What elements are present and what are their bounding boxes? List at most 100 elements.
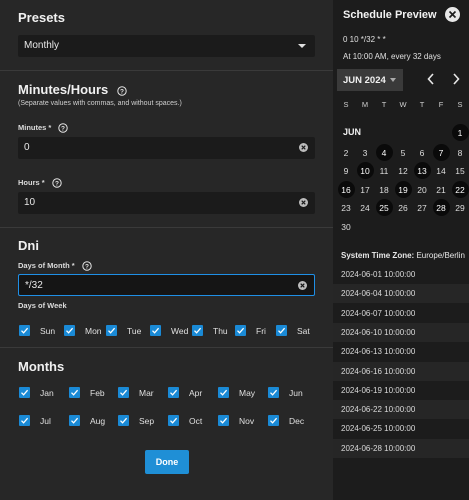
previous-month-button[interactable] — [427, 73, 435, 88]
calendar-day[interactable]: 21 — [433, 181, 450, 198]
calendar-day[interactable]: 25 — [375, 199, 393, 216]
calendar-day[interactable]: 27 — [414, 199, 431, 216]
calendar-day[interactable]: 15 — [452, 162, 469, 179]
month-year-selector[interactable]: JUN 2024 — [337, 69, 403, 91]
checkbox-fri[interactable]: Fri — [235, 325, 266, 336]
checkbox-label: Fri — [256, 325, 266, 336]
checkbox-box[interactable] — [218, 387, 229, 398]
weekday-header: T — [419, 100, 425, 109]
hours-input[interactable]: 10 — [18, 192, 315, 214]
checkbox-box[interactable] — [192, 325, 203, 336]
run-time-row: 2024-06-07 10:00:00 — [341, 308, 416, 318]
help-circle-icon[interactable]: ? — [117, 85, 127, 96]
checkbox-box[interactable] — [168, 415, 179, 426]
checkbox-box[interactable] — [106, 325, 117, 336]
help-circle-icon[interactable]: ? — [82, 261, 92, 271]
clear-circle-icon[interactable] — [297, 280, 308, 291]
calendar-day[interactable]: 4 — [375, 144, 393, 161]
checkbox-mar[interactable]: Mar — [118, 387, 154, 398]
presets-select[interactable]: Monthly — [18, 35, 315, 57]
cron-description: At 10:00 AM, every 32 days — [343, 52, 441, 61]
checkbox-box[interactable] — [69, 415, 80, 426]
checkbox-box[interactable] — [118, 415, 129, 426]
checkbox-feb[interactable]: Feb — [69, 387, 105, 398]
days-of-month-input[interactable]: */32 — [18, 274, 315, 296]
calendar-day[interactable]: 7 — [432, 144, 450, 161]
calendar-day[interactable]: 18 — [376, 181, 393, 198]
check-icon — [71, 389, 79, 396]
calendar-day[interactable]: 17 — [357, 181, 374, 198]
checkbox-box[interactable] — [268, 415, 279, 426]
checkbox-oct[interactable]: Oct — [168, 415, 202, 426]
calendar-day[interactable]: 19 — [394, 181, 412, 198]
calendar-day[interactable]: 23 — [338, 199, 355, 216]
checkbox-sun[interactable]: Sun — [19, 325, 55, 336]
close-button[interactable] — [445, 7, 460, 22]
checkbox-box[interactable] — [218, 415, 229, 426]
run-time-row: 2024-06-28 10:00:00 — [333, 438, 469, 458]
checkbox-box[interactable] — [69, 387, 80, 398]
calendar-day[interactable]: 24 — [357, 199, 374, 216]
check-icon — [270, 417, 278, 424]
calendar-day[interactable]: 28 — [432, 199, 450, 216]
calendar-day[interactable]: 20 — [414, 181, 431, 198]
check-icon — [220, 389, 228, 396]
schedule-preview-title: Schedule Preview — [343, 9, 437, 21]
calendar-day[interactable]: 3 — [357, 144, 374, 161]
checkbox-label: Oct — [189, 415, 203, 426]
checkbox-label: Mon — [85, 325, 102, 336]
calendar-day[interactable]: 8 — [452, 144, 469, 161]
clear-circle-icon[interactable] — [298, 142, 309, 153]
checkbox-nov[interactable]: Nov — [218, 415, 254, 426]
calendar-day[interactable]: 9 — [338, 162, 355, 179]
checkbox-box[interactable] — [19, 325, 30, 336]
checkbox-dec[interactable]: Dec — [268, 415, 304, 426]
checkbox-box[interactable] — [64, 325, 75, 336]
calendar-day[interactable]: 6 — [414, 144, 431, 161]
done-button[interactable]: Done — [145, 450, 189, 474]
calendar-day[interactable]: 22 — [451, 181, 469, 198]
checkbox-may[interactable]: May — [218, 387, 255, 398]
checkbox-box[interactable] — [19, 415, 30, 426]
calendar-day[interactable]: 11 — [376, 162, 393, 179]
clear-circle-icon[interactable] — [298, 197, 309, 208]
checkbox-thu[interactable]: Thu — [192, 325, 228, 336]
checkbox-sat[interactable]: Sat — [276, 325, 310, 336]
checkbox-box[interactable] — [268, 387, 279, 398]
checkbox-box[interactable] — [19, 387, 30, 398]
calendar-day[interactable]: 5 — [395, 144, 412, 161]
calendar-day[interactable]: 13 — [413, 162, 431, 179]
checkbox-apr[interactable]: Apr — [168, 387, 202, 398]
calendar-day[interactable]: 2 — [338, 144, 355, 161]
help-circle-icon[interactable]: ? — [52, 178, 62, 188]
minutes-input[interactable]: 0 — [18, 137, 315, 159]
presets-heading: Presets — [18, 10, 65, 25]
calendar-day[interactable]: 29 — [452, 199, 469, 216]
checkbox-wed[interactable]: Wed — [150, 325, 188, 336]
checkbox-sep[interactable]: Sep — [118, 415, 154, 426]
calendar-day[interactable]: 30 — [338, 218, 355, 235]
calendar-day[interactable]: 12 — [395, 162, 412, 179]
checkbox-box[interactable] — [276, 325, 287, 336]
checkbox-jan[interactable]: Jan — [19, 387, 54, 398]
dropdown-caret-icon — [298, 44, 306, 48]
checkbox-box[interactable] — [118, 387, 129, 398]
calendar-day[interactable]: 1 — [451, 124, 469, 141]
checkbox-mon[interactable]: Mon — [64, 325, 102, 336]
checkbox-tue[interactable]: Tue — [106, 325, 141, 336]
calendar-day[interactable]: 14 — [433, 162, 450, 179]
checkbox-box[interactable] — [150, 325, 161, 336]
calendar-day[interactable]: 10 — [356, 162, 374, 179]
checkbox-label: Nov — [239, 415, 255, 426]
checkbox-aug[interactable]: Aug — [69, 415, 105, 426]
checkbox-box[interactable] — [235, 325, 246, 336]
checkbox-box[interactable] — [168, 387, 179, 398]
checkbox-jun[interactable]: Jun — [268, 387, 303, 398]
help-circle-icon[interactable]: ? — [58, 123, 69, 133]
next-month-button[interactable] — [452, 73, 460, 88]
calendar-day[interactable]: 16 — [337, 181, 355, 198]
check-icon — [152, 327, 160, 334]
calendar-day[interactable]: 26 — [395, 199, 412, 216]
chevron-left-icon — [427, 73, 434, 85]
checkbox-jul[interactable]: Jul — [19, 415, 51, 426]
